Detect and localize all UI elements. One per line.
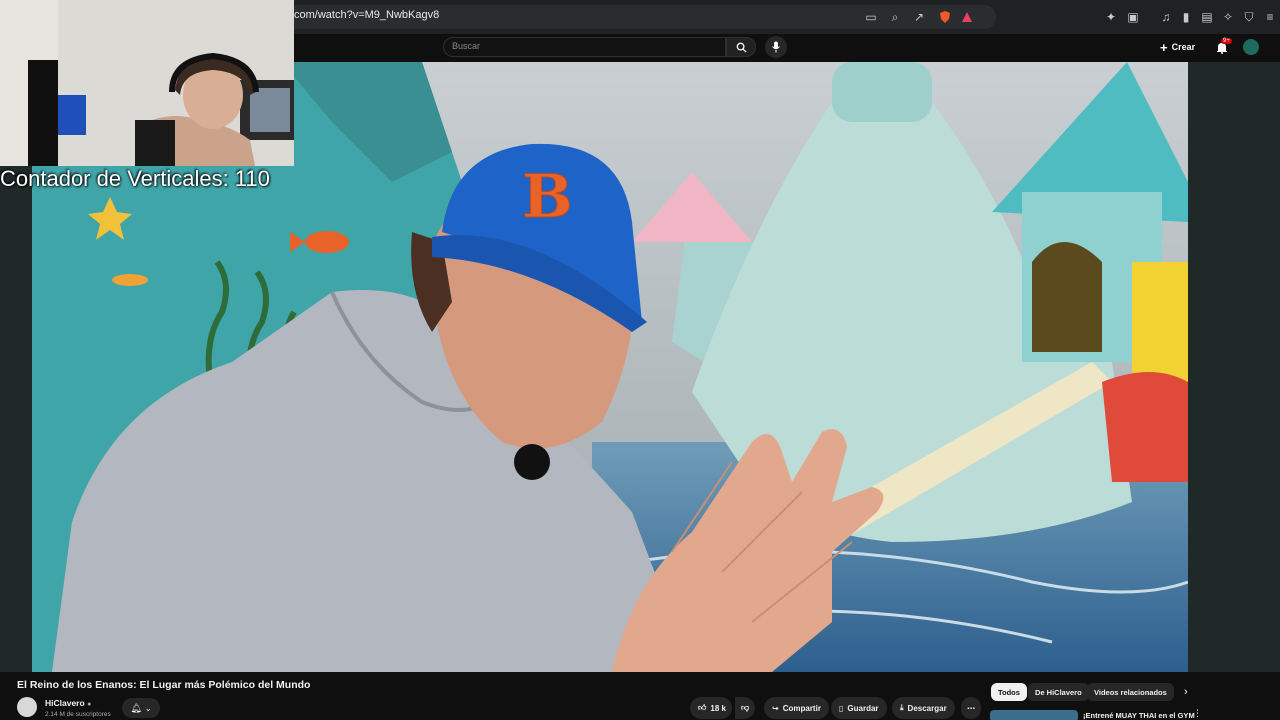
download-label: Descargar <box>907 703 947 713</box>
more-icon: ⋯ <box>967 703 975 713</box>
voice-search-button[interactable] <box>765 36 787 58</box>
svg-text:B: B <box>522 162 573 232</box>
channel-avatar[interactable] <box>17 697 37 717</box>
like-count: 18 k <box>710 703 726 713</box>
save-label: Guardar <box>847 703 879 713</box>
share-button[interactable]: ↪ Compartir <box>764 697 829 719</box>
notification-badge: 9+ <box>1221 38 1232 44</box>
webcam-feed <box>0 0 294 166</box>
chip-related[interactable]: Videos relacionados <box>1087 683 1174 701</box>
related-video-menu-icon[interactable]: ⋮ <box>1193 708 1202 719</box>
menu-icon[interactable]: ≡ <box>1262 9 1278 25</box>
search-placeholder: Buscar <box>452 41 481 51</box>
account-avatar[interactable] <box>1243 39 1259 55</box>
more-actions-button[interactable]: ⋯ <box>961 697 981 719</box>
brave-rewards-icon[interactable] <box>959 9 975 25</box>
leo-ai-icon[interactable]: ✧ <box>1220 9 1236 25</box>
thumbs-down-icon: 👎︎ <box>741 703 750 712</box>
channel-name[interactable]: HiClavero ● <box>45 698 91 708</box>
subscriber-count: 2.14 M de suscriptores <box>45 711 111 718</box>
webcam-overlay <box>0 0 294 166</box>
download-icon: ⤓ <box>900 703 904 712</box>
zoom-icon[interactable]: ⌕ <box>887 9 903 25</box>
brave-shield-icon[interactable] <box>937 9 953 25</box>
chip-all-label: Todos <box>998 687 1020 697</box>
music-icon[interactable]: ♫ <box>1158 9 1174 25</box>
sidebar-icon[interactable]: ▮ <box>1178 9 1194 25</box>
tab-icon[interactable]: ▣ <box>1125 9 1141 25</box>
search-input[interactable] <box>443 37 726 57</box>
chip-all[interactable]: Todos <box>991 683 1027 701</box>
search-button[interactable] <box>726 37 756 57</box>
cast-icon[interactable]: ▭ <box>863 9 879 25</box>
vpn-shield-icon[interactable]: ⛉ <box>1241 9 1257 25</box>
create-label: Crear <box>1171 42 1196 52</box>
share-icon: ↪ <box>772 703 779 713</box>
screen: com/watch?v=M9_NwbKagv8 ▭ ⌕ ↗ ✦ ▣ ♫ ▮ ▤ … <box>0 0 1280 720</box>
extensions-icon[interactable]: ✦ <box>1103 9 1119 25</box>
bell-icon: 🔔︎ <box>130 702 142 713</box>
channel-name-text: HiClavero <box>45 698 85 708</box>
save-button[interactable]: ▯ Guardar <box>831 697 887 719</box>
address-bar-url[interactable]: com/watch?v=M9_NwbKagv8 <box>294 9 439 21</box>
share-label: Compartir <box>782 703 821 713</box>
thumbs-up-icon: 👍︎ <box>698 703 707 712</box>
chip-from-channel-label: De HiClavero <box>1035 687 1082 697</box>
chip-from-channel[interactable]: De HiClavero <box>1028 683 1089 701</box>
plus-icon: + <box>1160 39 1168 55</box>
subscription-notifications-button[interactable]: 🔔︎ ⌄ <box>122 698 160 718</box>
right-margin <box>1188 62 1280 672</box>
related-video-thumbnail[interactable] <box>990 710 1078 720</box>
search-icon <box>736 42 747 53</box>
share-page-icon[interactable]: ↗ <box>911 9 927 25</box>
like-button[interactable]: 👍︎ 18 k <box>690 697 732 719</box>
download-button[interactable]: ⤓ Descargar <box>892 697 955 719</box>
create-button[interactable]: + Crear <box>1160 38 1195 56</box>
verified-icon: ● <box>87 701 92 708</box>
vertical-counter: Contador de Verticales: 110 <box>0 166 270 191</box>
microphone-icon <box>772 41 780 53</box>
chip-related-label: Videos relacionados <box>1094 687 1167 697</box>
chevron-right-icon[interactable]: › <box>1184 686 1188 698</box>
bookmark-icon: ▯ <box>839 703 844 713</box>
related-video-title[interactable]: ¡Entrené MUAY THAI en el GYM <box>1083 711 1195 720</box>
video-title: El Reino de los Enanos: El Lugar más Pol… <box>17 679 311 691</box>
chevron-down-icon: ⌄ <box>144 703 152 713</box>
wallet-icon[interactable]: ▤ <box>1199 9 1215 25</box>
